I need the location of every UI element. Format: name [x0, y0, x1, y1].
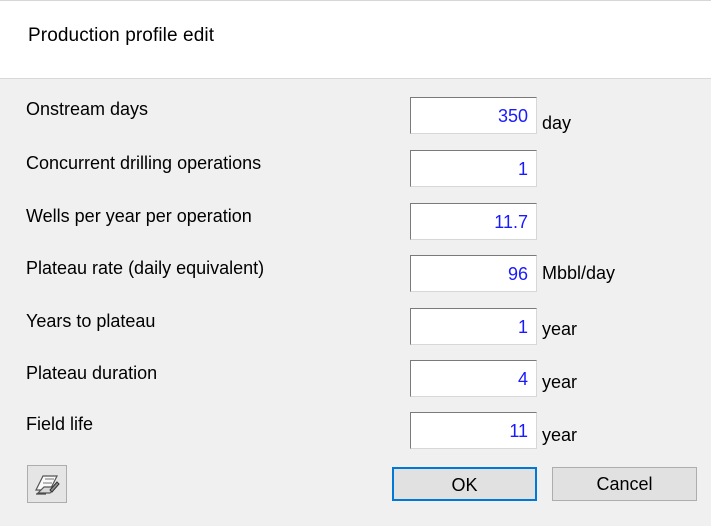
print-settings-button[interactable]: [27, 465, 67, 503]
title-bar: Production profile edit: [0, 0, 711, 78]
onstream-days-field[interactable]: 350: [410, 97, 537, 134]
years-to-plateau-field[interactable]: 1: [410, 308, 537, 345]
dialog: Production profile edit Onstream days 35…: [0, 0, 711, 526]
label-field-life: Field life: [26, 414, 94, 434]
field-life-unit: year: [542, 425, 578, 445]
label-years-to-plateau: Years to plateau: [26, 311, 156, 331]
print-settings-icon: [35, 475, 60, 495]
ok-button[interactable]: OK: [392, 467, 537, 501]
label-concurrent-drilling-operations: Concurrent drilling operations: [26, 153, 262, 173]
cancel-button[interactable]: Cancel: [552, 467, 697, 501]
label-plateau-rate: Plateau rate (daily equivalent): [26, 258, 265, 278]
plateau-rate-field[interactable]: 96: [410, 255, 537, 292]
label-onstream-days: Onstream days: [26, 99, 149, 119]
plateau-duration-unit: year: [542, 372, 578, 392]
dialog-title: Production profile edit: [28, 25, 215, 46]
dialog-content: [0, 78, 711, 526]
plateau-rate-unit: Mbbl/day: [542, 263, 616, 283]
onstream-days-unit: day: [542, 113, 572, 133]
concurrent-drilling-operations-field[interactable]: 1: [410, 150, 537, 187]
plateau-duration-field[interactable]: 4: [410, 360, 537, 397]
field-life-field[interactable]: 11: [410, 412, 537, 449]
label-plateau-duration: Plateau duration: [26, 363, 158, 383]
years-to-plateau-unit: year: [542, 319, 578, 339]
label-wells-per-year-per-operation: Wells per year per operation: [26, 206, 252, 226]
wells-per-year-per-operation-field[interactable]: 11.7: [410, 203, 537, 240]
